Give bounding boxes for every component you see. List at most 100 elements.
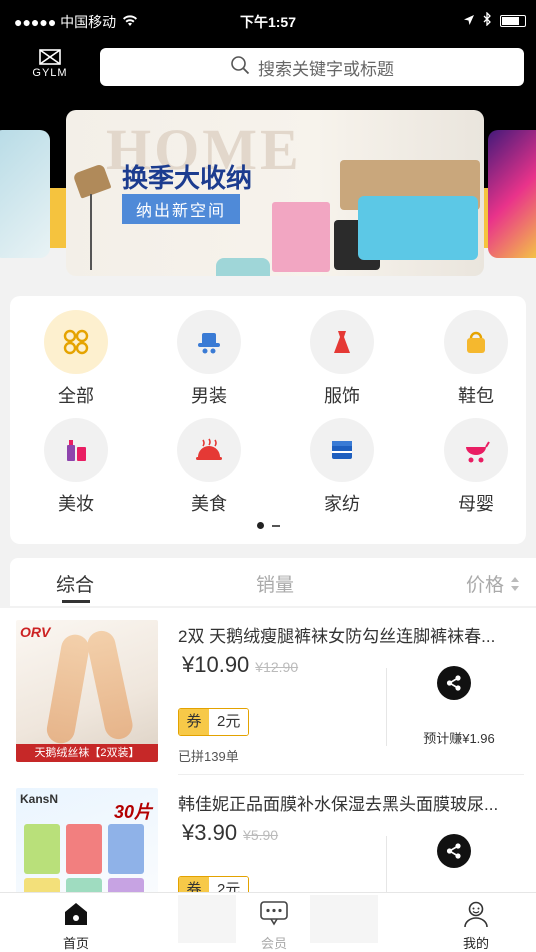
sort-price-tab[interactable]: 价格	[466, 570, 520, 597]
main-banner[interactable]: HOME 换季大收纳 纳出新空间	[66, 110, 484, 276]
app-screen: ●●●●● 中国移动 下午1:57 GYLM 搜索关键字或标题 HOME 换季大…	[0, 0, 536, 952]
banner-next-card[interactable]	[488, 130, 536, 258]
original-price: ¥5.90	[243, 827, 279, 843]
category-all-circle	[44, 310, 108, 374]
leg-graphic	[44, 632, 92, 746]
page-dot	[271, 524, 280, 527]
category-menswear-circle	[177, 310, 241, 374]
stroller-icon	[466, 441, 490, 463]
product-price: ¥3.90 ¥5.90	[182, 820, 278, 846]
product-title[interactable]: 2双 天鹅绒瘦腿裤袜女防勾丝连脚裤袜春...	[178, 622, 524, 647]
category-label: 美食	[191, 494, 227, 514]
status-bar: ●●●●● 中国移动 下午1:57	[0, 0, 536, 40]
tripod-graphic	[90, 194, 92, 270]
banner-prev-card[interactable]	[0, 130, 50, 258]
bluetooth-icon	[483, 11, 492, 29]
coupon-value: 2元	[209, 709, 249, 735]
chat-bubble-icon	[260, 901, 288, 926]
product-card[interactable]: ORV 天鹅绒丝袜【2双装】 2双 天鹅绒瘦腿裤袜女防勾丝连脚裤袜春... ¥1…	[0, 608, 536, 775]
grid-icon	[63, 329, 89, 355]
header: GYLM 搜索关键字或标题	[0, 40, 536, 100]
share-button[interactable]	[437, 834, 471, 868]
category-mother-baby-circle	[444, 418, 508, 482]
leg-graphic	[84, 628, 136, 742]
category-food-circle	[177, 418, 241, 482]
tab-home-label: 首页	[62, 936, 89, 951]
category-apparel-circle	[310, 310, 374, 374]
original-price: ¥12.90	[255, 659, 299, 675]
tab-home[interactable]: 首页	[26, 899, 126, 952]
mask-pack-graphic	[66, 824, 102, 874]
mask-pack-graphic	[108, 824, 144, 874]
divider	[386, 668, 387, 746]
dress-icon	[334, 331, 350, 353]
search-placeholder: 搜索关键字或标题	[258, 59, 394, 79]
category-beauty-circle	[44, 418, 108, 482]
share-icon	[446, 675, 461, 691]
category-label: 服饰	[324, 386, 360, 406]
bed-icon	[332, 441, 352, 459]
product-title[interactable]: 韩佳妮正品面膜补水保湿去黑头面膜玻尿...	[178, 790, 524, 815]
status-right	[463, 11, 526, 29]
coupon-badge[interactable]: 券 2元	[178, 708, 250, 736]
mask-pack-graphic	[24, 824, 60, 874]
page-indicator	[10, 522, 526, 529]
sort-comprehensive-tab[interactable]: 综合	[56, 570, 94, 597]
sold-count: 已拼139单	[178, 749, 239, 764]
category-apparel[interactable]: 服饰	[292, 310, 392, 408]
page-dot-active	[256, 522, 264, 529]
category-home-textile-circle	[310, 418, 374, 482]
category-menswear[interactable]: 男装	[159, 310, 259, 408]
basket-graphic	[216, 258, 270, 276]
current-price: ¥10.90	[182, 652, 250, 677]
app-logo[interactable]: GYLM	[28, 48, 72, 92]
product-image-brand: ORV	[20, 624, 51, 640]
product-image-badge: 30片	[113, 802, 152, 822]
category-all[interactable]: 全部	[26, 310, 126, 408]
product-image-caption: 天鹅绒丝袜【2双装】	[16, 744, 158, 762]
product-price: ¥10.90 ¥12.90	[182, 652, 298, 678]
category-label: 男装	[191, 386, 227, 406]
pink-drawer-graphic	[272, 202, 330, 272]
tab-member[interactable]: 会员	[224, 899, 324, 952]
bag-icon	[467, 331, 485, 353]
category-shoes-bags[interactable]: 鞋包	[426, 310, 526, 408]
status-time: 下午1:57	[239, 14, 297, 30]
estimated-earnings: 预计赚¥1.96	[423, 731, 495, 746]
category-label: 全部	[58, 386, 94, 406]
category-label: 鞋包	[458, 386, 494, 406]
tab-mine-label: 我的	[462, 936, 489, 951]
logo-text: GYLM	[32, 67, 68, 79]
share-button[interactable]	[437, 666, 471, 700]
product-image-brand: KansN	[20, 792, 59, 806]
location-arrow-icon	[463, 13, 475, 29]
category-mother-baby[interactable]: 母婴	[426, 418, 526, 516]
banner-title: 换季大收纳	[122, 163, 253, 193]
current-price: ¥3.90	[182, 820, 238, 845]
hat-icon	[198, 333, 220, 354]
category-grid: 全部 男装 服饰 鞋包 美妆 美食 家纺 母婴	[10, 296, 526, 544]
category-label: 美妆	[58, 494, 94, 514]
category-home-textile[interactable]: 家纺	[292, 418, 392, 516]
sort-active-underline	[62, 600, 90, 603]
cosmetics-icon	[67, 440, 86, 461]
product-image[interactable]: ORV 天鹅绒丝袜【2双装】	[16, 620, 158, 762]
sort-arrows-icon	[511, 576, 519, 591]
storage-box-graphic	[358, 196, 478, 260]
category-label: 家纺	[324, 494, 360, 514]
banner-subtitle: 纳出新空间	[122, 194, 241, 224]
search-input[interactable]: 搜索关键字或标题	[100, 48, 524, 86]
user-icon	[464, 901, 488, 928]
category-shoes-bags-circle	[444, 310, 508, 374]
category-label: 母婴	[458, 494, 494, 514]
item-separator	[178, 774, 524, 775]
tab-mine[interactable]: 我的	[426, 899, 526, 952]
tab-member-label: 会员	[260, 936, 287, 951]
sort-bar: 综合 销量 价格	[10, 558, 536, 606]
category-beauty[interactable]: 美妆	[26, 418, 126, 516]
share-icon	[446, 843, 461, 859]
category-food[interactable]: 美食	[159, 418, 259, 516]
sort-sales-tab[interactable]: 销量	[256, 570, 294, 597]
bottom-tab-bar: 首页 会员 我的	[0, 892, 536, 952]
home-icon	[65, 903, 87, 925]
